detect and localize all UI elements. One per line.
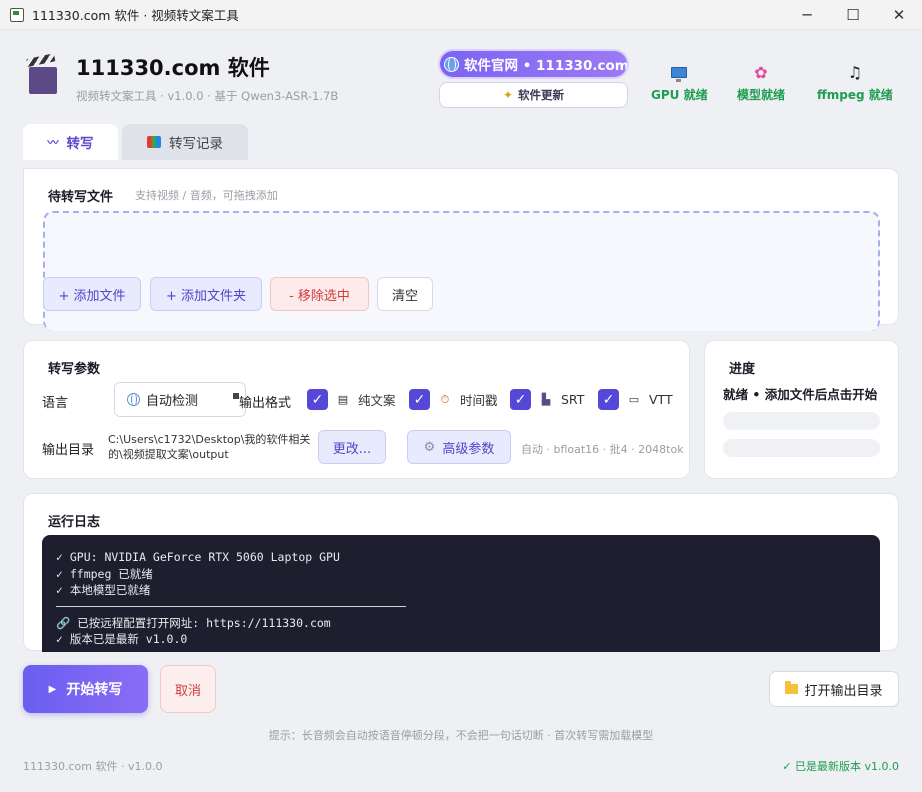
close-button[interactable]: ✕ [876,0,922,30]
format-timestamp-checkbox[interactable]: ✓ ⏱ 时间戳 [409,389,498,410]
checkmark-icon: ✓ [307,389,328,410]
monitor-icon [671,66,688,82]
format-plain-label: 纯文案 [358,393,396,408]
gpu-status-label: GPU 就绪 [651,88,708,102]
params-panel: 转写参数 语言 自动检测 输出格式 ✓ ▤ 纯文案 ✓ ⏱ 时间戳 ✓ ▙ SR… [23,340,690,479]
log-title: 运行日志 [48,515,101,530]
model-status: ✿ 模型就绪 [737,61,785,103]
minimize-button[interactable]: ─ [784,0,830,30]
brain-icon: ✿ [754,62,768,82]
tab-transcribe-label: 转写 [66,136,94,152]
advanced-params-label: 高级参数 [442,441,495,457]
format-srt-label: SRT [561,392,585,407]
file-dropzone[interactable] [43,211,880,331]
app-window-icon [10,7,24,22]
start-transcribe-label: 开始转写 [66,682,123,698]
format-plain-checkbox[interactable]: ✓ ▤ 纯文案 [307,389,396,410]
log-line: ✓ GPU: NVIDIA GeForce RTX 5060 Laptop GP… [56,550,340,564]
progress-title: 进度 [729,362,756,377]
checkmark-icon: ✓ [409,389,430,410]
language-select[interactable]: 自动检测 [114,382,246,417]
tip-text: 提示：长音频会自动按语音停顿分段，不会把一句话切断 · 首次转写需加载模型 [268,729,654,742]
remove-selected-button[interactable]: - 移除选中 [270,277,369,311]
app-name: 111330.com 软件 [76,56,270,80]
format-vtt-label: VTT [649,392,673,407]
log-panel: 运行日志 ✓ GPU: NVIDIA GeForce RTX 5060 Lapt… [23,493,899,652]
waveform-icon: 〰 [47,136,59,149]
outdir-value: C:\Users\c1732\Desktop\我的软件相关的\视频提取文案\ou… [108,433,311,461]
log-line: ✓ 版本已是最新 v1.0.0 [56,632,188,646]
progress-panel: 进度 就绪 • 添加文件后点击开始 [704,340,899,479]
window-controls: ─ ☐ ✕ [784,0,922,30]
format-vtt-checkbox[interactable]: ✓ ▭ VTT [598,389,673,410]
window-title: 111330.com 软件 · 视频转文案工具 [32,8,239,23]
language-label: 语言 [42,396,69,411]
add-file-button[interactable]: + 添加文件 [43,277,141,311]
play-icon: ▶ [48,683,57,695]
open-output-dir-label: 打开输出目录 [804,683,883,699]
format-timestamp-label: 时间戳 [460,393,498,408]
software-update-label: 软件更新 [518,88,565,102]
language-value: 自动检测 [146,394,199,409]
globe-icon [127,393,140,406]
progress-status: 就绪 • 添加文件后点击开始 [723,387,878,402]
files-panel: 待转写文件 支持视频 / 音频，可拖拽添加 + 添加文件 + 添加文件夹 - 移… [23,168,899,331]
globe-icon [444,56,459,72]
format-srt-checkbox[interactable]: ✓ ▙ SRT [510,389,584,410]
open-output-dir-button[interactable]: 打开输出目录 [769,671,899,707]
gpu-status: GPU 就绪 [651,61,708,103]
footer-update-status: ✓ 已是最新版本 v1.0.0 [782,760,899,773]
official-site-label: 软件官网 • 111330.com [464,58,627,74]
footer-version: 111330.com 软件 · v1.0.0 [23,760,163,773]
tab-history[interactable]: 转写记录 [122,124,248,160]
app-subtitle: 视频转文案工具 · v1.0.0 · 基于 Qwen3-ASR-1.7B [76,89,339,103]
folder-icon [785,681,799,694]
files-title: 待转写文件 [48,190,114,205]
clapperboard-logo-icon [26,53,57,94]
tab-history-label: 转写记录 [169,136,223,152]
model-status-label: 模型就绪 [737,88,786,102]
params-title: 转写参数 [48,362,101,377]
ffmpeg-status-label: ffmpeg 就绪 [817,88,893,102]
log-line: ✓ 本地模型已就绪 [56,583,151,597]
maximize-button[interactable]: ☐ [830,0,876,30]
checkmark-icon: ✓ [598,389,619,410]
checkmark-icon: ✓ [510,389,531,410]
log-console[interactable]: ✓ GPU: NVIDIA GeForce RTX 5060 Laptop GP… [42,535,880,652]
progress-placeholder-bar [723,439,880,457]
format-label: 输出格式 [239,396,292,411]
clear-button[interactable]: 清空 [377,277,433,311]
cancel-button[interactable]: 取消 [160,665,216,713]
official-site-button[interactable]: 软件官网 • 111330.com [440,51,627,77]
change-outdir-button[interactable]: 更改... [318,430,386,464]
tab-transcribe[interactable]: 〰 转写 [23,124,118,160]
outdir-label: 输出目录 [42,443,95,458]
log-separator [56,605,406,607]
advanced-params-button[interactable]: ⚙ 高级参数 [407,430,511,464]
stopwatch-icon: ⏱ [440,392,450,406]
caption-icon: ▭ [628,393,640,406]
window-titlebar: 111330.com 软件 · 视频转文案工具 ─ ☐ ✕ [0,0,922,30]
files-hint: 支持视频 / 音频，可拖拽添加 [135,189,278,202]
log-line: ✓ ffmpeg 已就绪 [56,566,153,581]
clapper-icon: ▙ [541,393,551,406]
sparkle-icon: ✦ [502,88,514,102]
log-line: 🔗 已按远程配置打开网址: https://111330.com [56,615,331,630]
progress-placeholder-bar [723,412,880,430]
start-transcribe-button[interactable]: ▶ 开始转写 [23,665,148,713]
ffmpeg-status: ♫ ffmpeg 就绪 [817,61,893,103]
model-info: 自动 · bfloat16 · 批4 · 2048tok [521,443,684,456]
software-update-button[interactable]: ✦ 软件更新 [439,82,628,108]
document-icon: ▤ [337,393,349,406]
music-note-icon: ♫ [847,62,863,82]
add-folder-button[interactable]: + 添加文件夹 [150,277,262,311]
record-icon [147,136,161,148]
gear-icon: ⚙ [423,439,436,455]
